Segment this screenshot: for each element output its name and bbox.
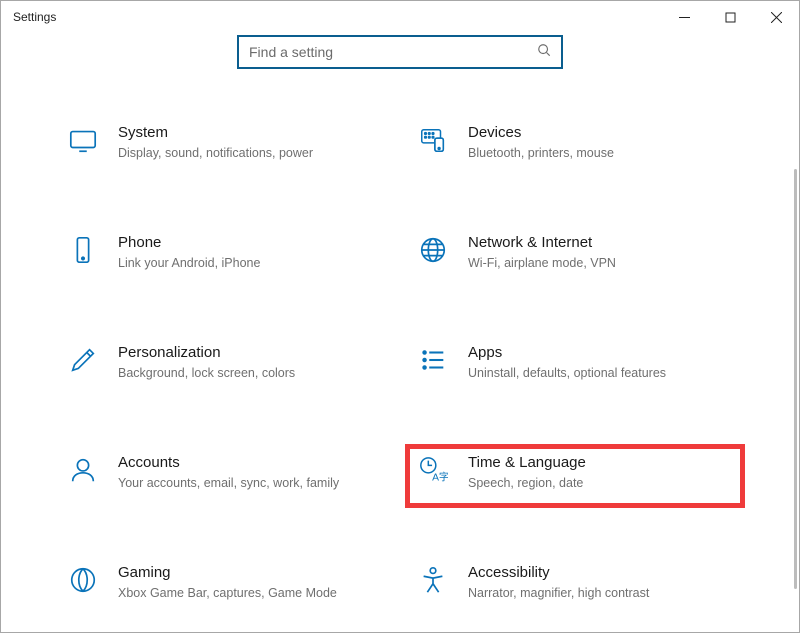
category-desc: Speech, region, date <box>468 475 734 492</box>
category-title: Accessibility <box>468 563 734 583</box>
category-desc: Background, lock screen, colors <box>118 365 384 382</box>
category-title: Phone <box>118 233 384 253</box>
minimize-icon <box>679 12 690 23</box>
category-desc: Display, sound, notifications, power <box>118 145 384 162</box>
category-apps[interactable]: Apps Uninstall, defaults, optional featu… <box>410 339 740 393</box>
category-title: Apps <box>468 343 734 363</box>
category-title: Personalization <box>118 343 384 363</box>
category-title: System <box>118 123 384 143</box>
accessibility-icon <box>416 563 450 597</box>
search-box[interactable] <box>237 35 563 69</box>
content-area: System Display, sound, notifications, po… <box>1 69 799 632</box>
category-grid: System Display, sound, notifications, po… <box>60 119 740 613</box>
close-button[interactable] <box>753 1 799 33</box>
scrollbar-thumb[interactable] <box>794 169 797 589</box>
category-desc: Wi-Fi, airplane mode, VPN <box>468 255 734 272</box>
search-row <box>1 35 799 69</box>
close-icon <box>771 12 782 23</box>
apps-icon <box>416 343 450 377</box>
category-devices[interactable]: Devices Bluetooth, printers, mouse <box>410 119 740 173</box>
category-desc: Your accounts, email, sync, work, family <box>118 475 384 492</box>
category-phone[interactable]: Phone Link your Android, iPhone <box>60 229 390 283</box>
category-accessibility[interactable]: Accessibility Narrator, magnifier, high … <box>410 559 740 613</box>
maximize-icon <box>725 12 736 23</box>
system-icon <box>66 123 100 157</box>
time-language-icon: A字 <box>416 453 450 487</box>
accounts-icon <box>66 453 100 487</box>
category-title: Devices <box>468 123 734 143</box>
personalization-icon <box>66 343 100 377</box>
category-desc: Bluetooth, printers, mouse <box>468 145 734 162</box>
category-time-language[interactable]: A字 Time & Language Speech, region, date <box>410 449 740 503</box>
category-title: Accounts <box>118 453 384 473</box>
maximize-button[interactable] <box>707 1 753 33</box>
category-gaming[interactable]: Gaming Xbox Game Bar, captures, Game Mod… <box>60 559 390 613</box>
category-system[interactable]: System Display, sound, notifications, po… <box>60 119 390 173</box>
category-personalization[interactable]: Personalization Background, lock screen,… <box>60 339 390 393</box>
category-desc: Narrator, magnifier, high contrast <box>468 585 734 602</box>
devices-icon <box>416 123 450 157</box>
category-accounts[interactable]: Accounts Your accounts, email, sync, wor… <box>60 449 390 503</box>
search-icon <box>537 43 551 62</box>
phone-icon <box>66 233 100 267</box>
titlebar: Settings <box>1 1 799 33</box>
window-controls <box>661 1 799 33</box>
search-input[interactable] <box>249 44 537 60</box>
svg-text:A字: A字 <box>432 470 448 483</box>
minimize-button[interactable] <box>661 1 707 33</box>
settings-window: Settings <box>0 0 800 633</box>
category-title: Gaming <box>118 563 384 583</box>
category-title: Network & Internet <box>468 233 734 253</box>
window-title: Settings <box>13 10 56 24</box>
scrollbar[interactable] <box>793 47 797 630</box>
category-desc: Link your Android, iPhone <box>118 255 384 272</box>
category-network[interactable]: Network & Internet Wi-Fi, airplane mode,… <box>410 229 740 283</box>
category-title: Time & Language <box>468 453 734 473</box>
category-desc: Xbox Game Bar, captures, Game Mode <box>118 585 384 602</box>
gaming-icon <box>66 563 100 597</box>
network-icon <box>416 233 450 267</box>
category-desc: Uninstall, defaults, optional features <box>468 365 734 382</box>
